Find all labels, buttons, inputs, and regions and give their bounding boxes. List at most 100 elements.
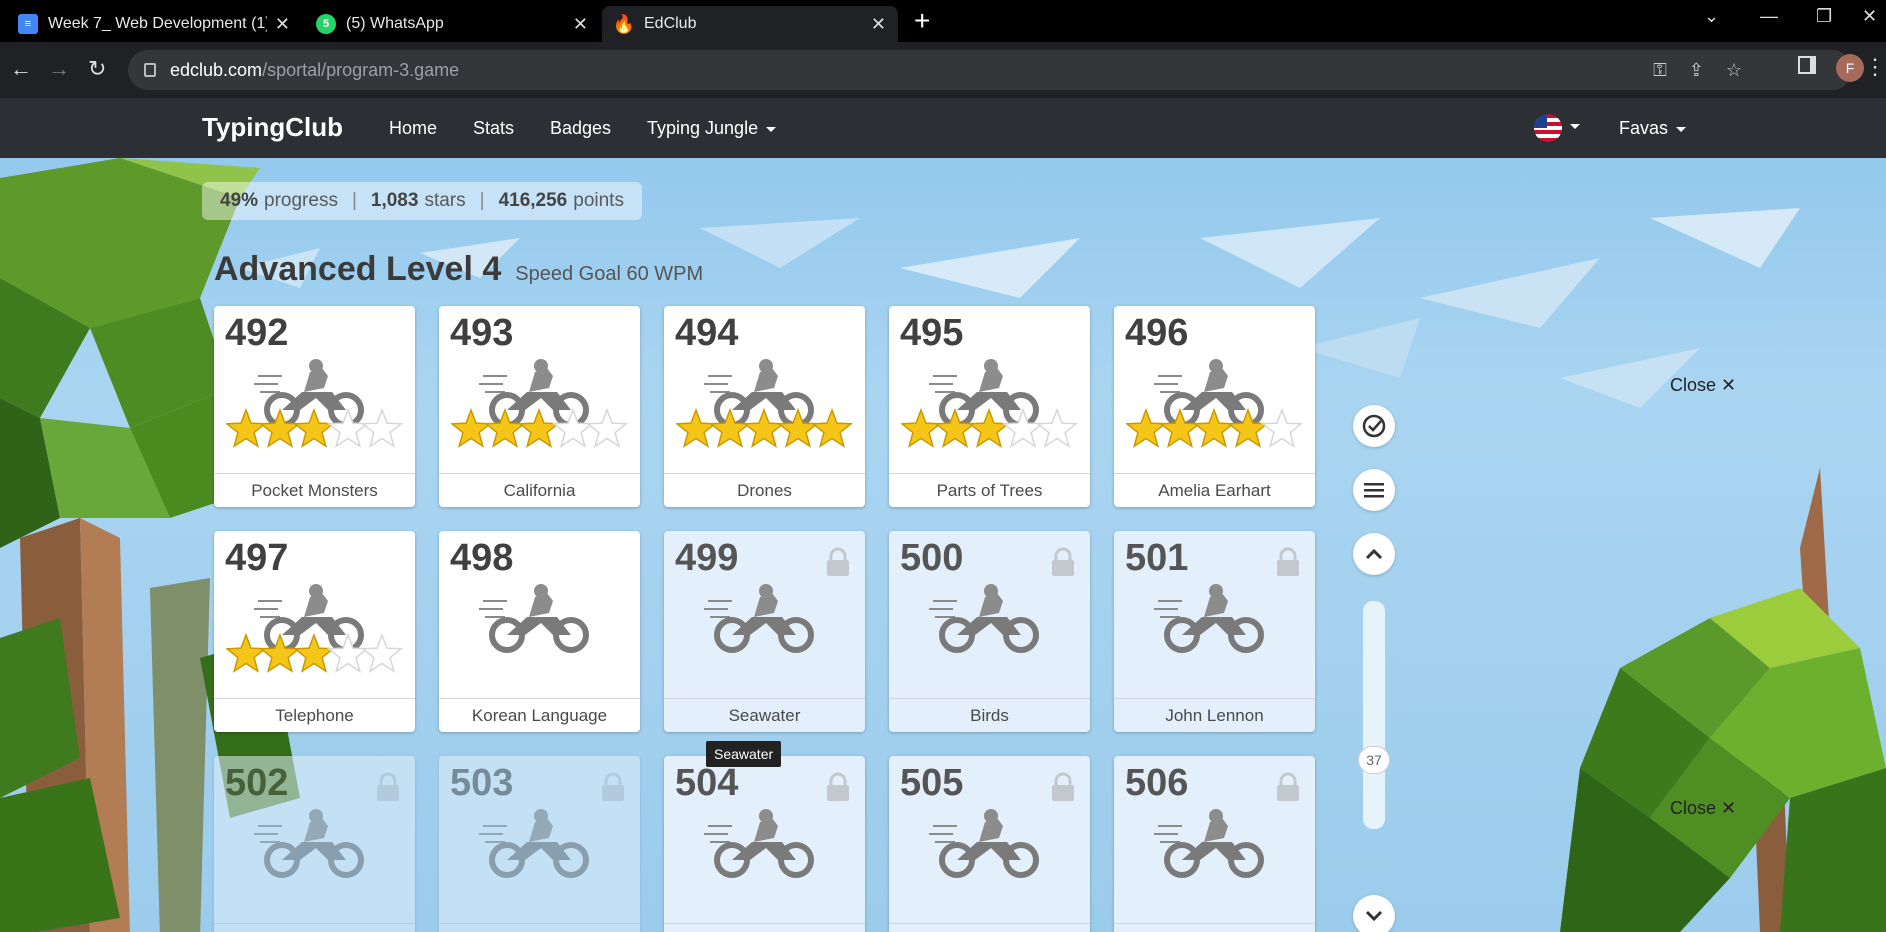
chevron-up-icon [1365,548,1383,560]
google-docs-icon: ≡ [18,14,38,34]
motorcycle-icon [1154,809,1264,878]
lesson-card-502[interactable]: 502 [214,756,415,932]
check-progress-button[interactable] [1353,405,1395,447]
close-tab-icon[interactable]: ✕ [573,14,588,35]
lesson-name: Birds [889,698,1090,732]
lesson-number: 495 [900,312,964,354]
lesson-card-506[interactable]: 506 [1114,756,1315,932]
share-icon[interactable]: ⇪ [1689,60,1704,81]
new-tab-button[interactable]: + [914,6,930,36]
lesson-tooltip: Seawater [706,741,782,767]
scroll-down-button[interactable] [1353,895,1395,932]
lesson-card-495[interactable]: 495 Parts of Trees [889,306,1090,507]
lesson-name: Drones [664,473,865,507]
address-bar-row: ← → ↻ edclub.com/sportal/program-3.game … [0,42,1886,98]
forward-button[interactable]: → [48,56,70,82]
star-rating [224,632,404,673]
lesson-number: 503 [450,762,514,804]
lock-icon [1052,547,1074,576]
lesson-name: Korean Language [439,698,640,732]
star-rating [674,407,854,448]
tab-title: (5) WhatsApp [346,15,444,32]
scroll-up-button[interactable] [1353,533,1395,575]
lesson-card-501[interactable]: 501 John Lennon [1114,531,1315,732]
lesson-card-505[interactable]: 505 [889,756,1090,932]
lesson-card-504[interactable]: 504 [664,756,865,932]
star-rating [449,407,629,448]
lock-icon [1052,772,1074,801]
hamburger-icon [1364,483,1384,498]
browser-tab-strip: ≡ Week 7_ Web Development (1).c ✕ 5 (5) … [0,0,1886,42]
lesson-name: Telephone [214,698,415,732]
profile-avatar[interactable]: F [1836,54,1864,82]
lesson-card-498[interactable]: 498 Korean Language [439,531,640,732]
lesson-name: Seawater [664,698,865,732]
close-tab-icon[interactable]: ✕ [871,14,886,35]
lesson-name [439,923,640,932]
user-menu-dropdown[interactable]: Favas [1619,118,1686,139]
lesson-number: 494 [675,312,739,354]
speed-goal: Speed Goal 60 WPM [515,263,704,285]
nav-badges[interactable]: Badges [550,118,611,139]
lesson-number: 499 [675,537,739,579]
menu-button[interactable] [1353,469,1395,511]
lesson-number: 500 [900,537,964,579]
lock-icon [144,63,156,77]
page-content: TypingClub Home Stats Badges Typing Jung… [0,98,1886,932]
back-button[interactable]: ← [10,56,32,82]
restore-window-button[interactable]: ❐ [1816,6,1832,27]
chevron-down-icon[interactable] [1570,124,1580,129]
tab-week7-doc[interactable]: ≡ Week 7_ Web Development (1).c ✕ [6,6,302,42]
url-bar[interactable]: edclub.com/sportal/program-3.game ⚿ ⇪ ☆ [128,50,1852,90]
nav-typing-jungle-dropdown[interactable]: Typing Jungle [647,118,776,139]
key-icon[interactable]: ⚿ [1653,60,1667,81]
lesson-name: John Lennon [1114,698,1315,732]
tab-edclub[interactable]: 🔥 EdClub ✕ [602,6,898,42]
lock-icon [602,772,624,801]
lesson-card-496[interactable]: 496 Amelia Earhart [1114,306,1315,507]
star-rating [1124,407,1304,448]
typingclub-logo[interactable]: TypingClub [202,112,343,143]
lesson-name [889,923,1090,932]
close-window-button[interactable]: ✕ [1862,6,1877,27]
tab-search-icon[interactable]: ⌄ [1704,6,1719,27]
reload-button[interactable]: ↻ [88,56,106,82]
motorcycle-icon [1154,584,1264,653]
lesson-number: 496 [1125,312,1189,354]
motorcycle-icon [479,809,589,878]
lesson-scroll-track[interactable] [1363,601,1385,829]
motorcycle-icon [479,584,589,653]
lesson-number: 501 [1125,537,1189,579]
lesson-card-499[interactable]: 499 Seawater [664,531,865,732]
nav-home[interactable]: Home [389,118,437,139]
lesson-number: 505 [900,762,964,804]
lesson-card-497[interactable]: 497 Telephone [214,531,415,732]
lesson-card-492[interactable]: 492 Pocket Monsters [214,306,415,507]
lesson-name [1114,923,1315,932]
close-ad-button-top[interactable]: Close ✕ [1670,375,1736,396]
lesson-card-503[interactable]: 503 [439,756,640,932]
us-flag-icon[interactable] [1534,114,1562,142]
bookmark-star-icon[interactable]: ☆ [1726,60,1742,81]
lesson-name [214,923,415,932]
browser-menu-icon[interactable]: ⋮ [1864,54,1886,80]
lock-icon [1277,547,1299,576]
nav-stats[interactable]: Stats [473,118,514,139]
chevron-down-icon [1365,910,1383,922]
lesson-number: 506 [1125,762,1189,804]
lesson-name: Pocket Monsters [214,473,415,507]
side-panel-icon[interactable] [1798,56,1816,74]
minimize-window-button[interactable]: — [1760,6,1778,27]
lesson-name [664,923,865,932]
close-tab-icon[interactable]: ✕ [275,14,290,35]
lesson-number: 498 [450,537,514,579]
lesson-number: 504 [675,762,739,804]
lesson-number: 493 [450,312,514,354]
close-ad-button-bottom[interactable]: Close ✕ [1670,798,1736,819]
lesson-scroll-knob[interactable]: 37 [1358,746,1390,774]
lesson-card-500[interactable]: 500 Birds [889,531,1090,732]
lesson-card-493[interactable]: 493 California [439,306,640,507]
tab-whatsapp[interactable]: 5 (5) WhatsApp ✕ [304,6,600,42]
lesson-card-494[interactable]: 494 Drones [664,306,865,507]
level-title: Advanced Level 4 [214,250,502,288]
